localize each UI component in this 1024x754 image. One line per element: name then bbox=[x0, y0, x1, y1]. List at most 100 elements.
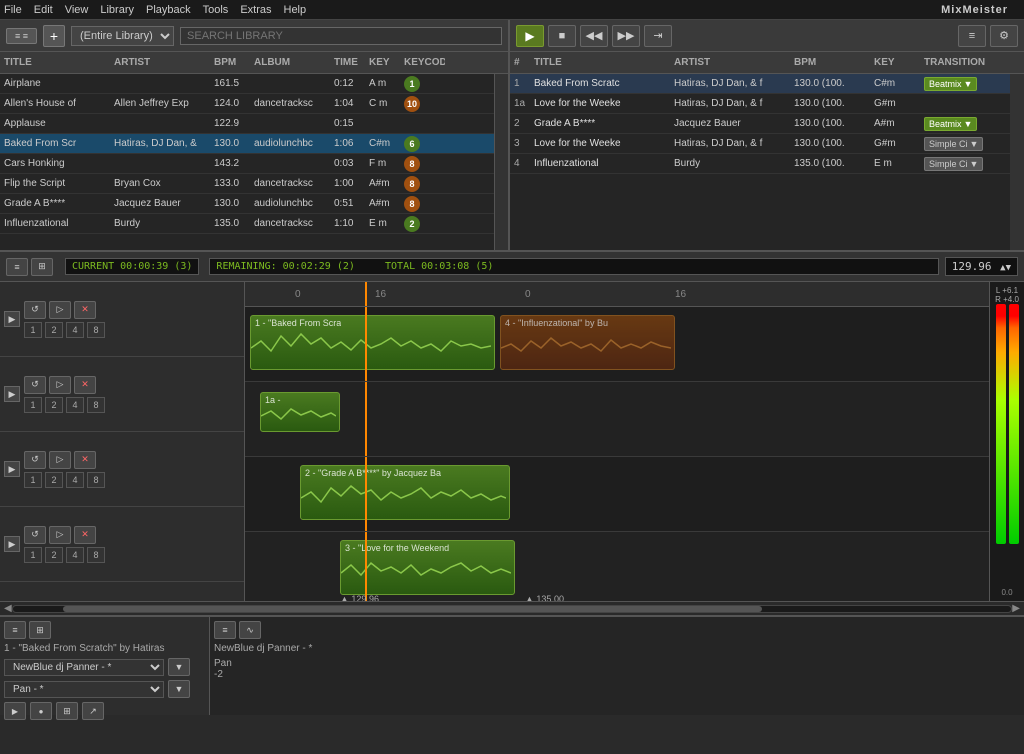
waveblock-1[interactable]: 1 - "Baked From Scra bbox=[250, 315, 495, 370]
bpm-display: 129.96 ▲▼ bbox=[945, 257, 1018, 276]
library-row[interactable]: Flip the Script Bryan Cox 133.0 dancetra… bbox=[0, 174, 494, 194]
track-ctrl-4-1a[interactable]: 4 bbox=[66, 397, 84, 413]
menu-tools[interactable]: Tools bbox=[203, 4, 229, 16]
bottom-right-list-icon[interactable]: ≡ bbox=[214, 621, 236, 639]
track-ctrl-remove-1a[interactable]: ✕ bbox=[74, 376, 96, 394]
remaining-time-display: REMAINING: 00:02:29 (2) TOTAL 00:03:08 (… bbox=[209, 258, 938, 275]
playlist-row[interactable]: 3 Love for the Weeke Hatiras, DJ Dan, & … bbox=[510, 134, 1010, 154]
library-row[interactable]: Cars Honking 143.2 0:03 F m 8 bbox=[0, 154, 494, 174]
library-scrollbar[interactable] bbox=[494, 74, 508, 250]
track-ctrl-remove[interactable]: ✕ bbox=[74, 301, 96, 319]
track-ctrl-8-1a[interactable]: 8 bbox=[87, 397, 105, 413]
track-expand-3[interactable]: ▶ bbox=[4, 536, 20, 552]
track-ctrl-loop-1a[interactable]: ↺ bbox=[24, 376, 46, 394]
menu-edit[interactable]: Edit bbox=[34, 4, 53, 16]
timeline-list-icon[interactable]: ≡ bbox=[6, 258, 28, 276]
track-ctrl-1-1a[interactable]: 1 bbox=[24, 397, 42, 413]
track-ctrl-loop[interactable]: ↺ bbox=[24, 301, 46, 319]
track-ctrl-1[interactable]: 1 bbox=[24, 322, 42, 338]
bottom-play-icon[interactable]: ▶ bbox=[4, 702, 26, 720]
bottom-param-select[interactable]: Pan - * bbox=[4, 681, 164, 698]
bottom-right-wave-icon[interactable]: ∿ bbox=[239, 621, 261, 639]
bottom-settings-icon[interactable]: ⊞ bbox=[29, 621, 51, 639]
track-ctrl-remove-3[interactable]: ✕ bbox=[74, 526, 96, 544]
track-ctrl-remove-2[interactable]: ✕ bbox=[74, 451, 96, 469]
track-ctrl-cue-2[interactable]: ▷ bbox=[49, 451, 71, 469]
fast-forward-button[interactable]: ▶▶ bbox=[612, 25, 640, 47]
pl-cell-trans: Beatmix ▼ bbox=[920, 117, 1000, 131]
bottom-add-icon[interactable]: ⊞ bbox=[56, 702, 78, 720]
library-row[interactable]: Baked From Scr Hatiras, DJ Dan, & 130.0 … bbox=[0, 134, 494, 154]
track-ctrl-4-2[interactable]: 4 bbox=[66, 472, 84, 488]
playlist-row[interactable]: 1 Baked From Scratc Hatiras, DJ Dan, & f… bbox=[510, 74, 1010, 94]
track-ctrl-4-3[interactable]: 4 bbox=[66, 547, 84, 563]
playlist-scrollbar[interactable] bbox=[1010, 74, 1024, 250]
eject-button[interactable]: ⇥ bbox=[644, 25, 672, 47]
track-ctrl-2-1a[interactable]: 2 bbox=[45, 397, 63, 413]
track-ctrl-cue[interactable]: ▷ bbox=[49, 301, 71, 319]
track-ctrl-1-2[interactable]: 1 bbox=[24, 472, 42, 488]
track-expand-1[interactable]: ▶ bbox=[4, 311, 20, 327]
menu-library[interactable]: Library bbox=[100, 4, 134, 16]
track-expand-1a[interactable]: ▶ bbox=[4, 386, 20, 402]
track-ctrl-loop-2[interactable]: ↺ bbox=[24, 451, 46, 469]
track-ctrl-8[interactable]: 8 bbox=[87, 322, 105, 338]
track-ctrl-8-3[interactable]: 8 bbox=[87, 547, 105, 563]
menu-playback[interactable]: Playback bbox=[146, 4, 191, 16]
track-ctrl-cue-3[interactable]: ▷ bbox=[49, 526, 71, 544]
timeline-track-1a: 1a - bbox=[245, 382, 989, 457]
bottom-plugin-expand[interactable]: ▼ bbox=[168, 658, 190, 676]
menu-help[interactable]: Help bbox=[284, 4, 307, 16]
rewind-button[interactable]: ◀◀ bbox=[580, 25, 608, 47]
bottom-param-expand[interactable]: ▼ bbox=[168, 680, 190, 698]
library-row[interactable]: Grade A B**** Jacquez Bauer 130.0 audiol… bbox=[0, 194, 494, 214]
lib-cell-album: dancetracksc bbox=[250, 178, 330, 189]
library-row[interactable]: Airplane 161.5 0:12 A m 1 bbox=[0, 74, 494, 94]
track-ctrl-loop-3[interactable]: ↺ bbox=[24, 526, 46, 544]
scroll-right-arrow[interactable]: ▶ bbox=[1012, 603, 1020, 614]
scroll-left-arrow[interactable]: ◀ bbox=[4, 603, 12, 614]
library-dropdown[interactable]: (Entire Library) bbox=[71, 26, 174, 46]
lib-cell-bpm: 143.2 bbox=[210, 158, 250, 169]
track-ctrl-2[interactable]: 2 bbox=[45, 322, 63, 338]
track-ctrl-cue-1a[interactable]: ▷ bbox=[49, 376, 71, 394]
menu-file[interactable]: File bbox=[4, 4, 22, 16]
playlist-row[interactable]: 2 Grade A B**** Jacquez Bauer 130.0 (100… bbox=[510, 114, 1010, 134]
track-expand-2[interactable]: ▶ bbox=[4, 461, 20, 477]
track-ctrl-2-2[interactable]: 2 bbox=[45, 472, 63, 488]
timeline-scrollbar[interactable]: ◀ ▶ bbox=[0, 601, 1024, 615]
waveblock-4[interactable]: 4 - "Influenzational" by Bu bbox=[500, 315, 675, 370]
list-view-icon[interactable]: ≡ ≡ bbox=[6, 28, 37, 44]
stop-button[interactable]: ■ bbox=[548, 25, 576, 47]
lib-cell-key: A m bbox=[365, 78, 400, 89]
track-ctrl-8-2[interactable]: 8 bbox=[87, 472, 105, 488]
timeline-canvas[interactable]: 0 16 0 16 1 - "Baked From Scra bbox=[245, 282, 989, 601]
bottom-plugin-select[interactable]: NewBlue dj Panner - * bbox=[4, 659, 164, 676]
waveblock-2[interactable]: 2 - "Grade A B****" by Jacquez Ba bbox=[300, 465, 510, 520]
timeline-settings-icon[interactable]: ⊞ bbox=[31, 258, 53, 276]
track-control-row-2: ▶ ↺ ▷ ✕ 1 2 4 8 bbox=[0, 432, 244, 507]
waveblock-1a[interactable]: 1a - bbox=[260, 392, 340, 432]
scroll-thumb[interactable] bbox=[63, 606, 762, 612]
library-row[interactable]: Influenzational Burdy 135.0 dancetracksc… bbox=[0, 214, 494, 234]
pl-cell-bpm: 130.0 (100. bbox=[790, 98, 870, 109]
track-ctrl-2-3[interactable]: 2 bbox=[45, 547, 63, 563]
playlist-row[interactable]: 4 Influenzational Burdy 135.0 (100. E m … bbox=[510, 154, 1010, 174]
playlist-view-icon[interactable]: ≡ bbox=[958, 25, 986, 47]
library-row[interactable]: Applause 122.9 0:15 bbox=[0, 114, 494, 134]
menu-extras[interactable]: Extras bbox=[240, 4, 271, 16]
playlist-settings-icon[interactable]: ⚙ bbox=[990, 25, 1018, 47]
playlist-row[interactable]: 1a Love for the Weeke Hatiras, DJ Dan, &… bbox=[510, 94, 1010, 114]
add-track-button[interactable]: + bbox=[43, 25, 65, 47]
track-ctrl-1-3[interactable]: 1 bbox=[24, 547, 42, 563]
search-input[interactable] bbox=[180, 27, 502, 45]
track-ctrl-4[interactable]: 4 bbox=[66, 322, 84, 338]
bottom-record-icon[interactable]: ● bbox=[30, 702, 52, 720]
bottom-export-icon[interactable]: ↗ bbox=[82, 702, 104, 720]
library-row[interactable]: Allen's House of Allen Jeffrey Exp 124.0… bbox=[0, 94, 494, 114]
menu-view[interactable]: View bbox=[65, 4, 89, 16]
bottom-list-icon[interactable]: ≡ bbox=[4, 621, 26, 639]
transition-badge: Beatmix ▼ bbox=[924, 117, 977, 131]
scroll-track[interactable] bbox=[12, 605, 1013, 613]
play-button[interactable]: ▶ bbox=[516, 25, 544, 47]
